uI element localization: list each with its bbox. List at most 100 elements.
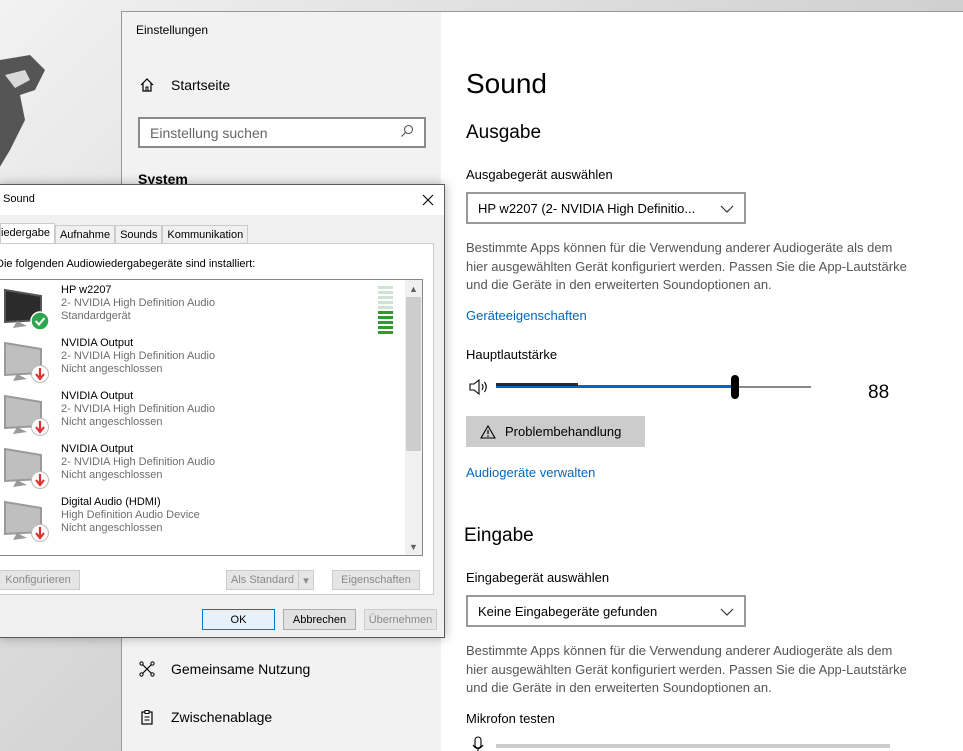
meter-segment bbox=[378, 316, 393, 319]
input-description: Bestimmte Apps können für die Verwendung… bbox=[466, 643, 907, 695]
device-name: HP w2207 bbox=[61, 284, 112, 296]
volume-slider-track[interactable] bbox=[496, 375, 811, 399]
monitor-icon bbox=[4, 288, 49, 331]
meter-segment bbox=[378, 321, 393, 324]
playback-device-list: HP w2207 2- NVIDIA High Definition Audio S… bbox=[0, 279, 423, 556]
close-icon[interactable] bbox=[418, 190, 438, 210]
volume-value: 88 bbox=[868, 382, 890, 403]
search-placeholder: Einstellung suchen bbox=[150, 124, 268, 141]
speaker-icon[interactable] bbox=[468, 378, 490, 401]
mic-level-bar bbox=[496, 744, 890, 748]
meter-segment bbox=[378, 291, 393, 294]
device-properties-link[interactable]: Geräteeigenschaften bbox=[466, 308, 587, 323]
device-driver: 2- NVIDIA High Definition Audio bbox=[61, 403, 216, 415]
sound-settings-page: Sound Ausgabe Ausgabegerät auswählen HP … bbox=[464, 12, 963, 751]
manage-audio-devices-link[interactable]: Audiogeräte verwalten bbox=[466, 465, 595, 480]
playback-tab-page: Die folgenden Audiowiedergabegeräte sind… bbox=[0, 243, 434, 595]
set-default-button[interactable]: Als Standard bbox=[226, 570, 299, 590]
nav-shared-experiences-label: Gemeinsame Nutzung bbox=[171, 661, 311, 677]
share-icon bbox=[138, 660, 156, 678]
output-device-value: HP w2207 (2- NVIDIA High Definitio... bbox=[478, 200, 696, 216]
meter-segment bbox=[378, 306, 393, 309]
device-list-item[interactable]: NVIDIA Output 2- NVIDIA High Definition A… bbox=[0, 439, 404, 492]
tab-communications[interactable]: Kommunikation bbox=[162, 225, 249, 245]
msi-dragon-logo bbox=[0, 55, 45, 167]
chevron-down-icon bbox=[720, 604, 734, 619]
device-status: Nicht angeschlossen bbox=[61, 469, 163, 481]
device-list-scrollbar[interactable]: ▲ ▼ bbox=[405, 280, 422, 555]
dialog-tabs: iedergabe Aufnahme Sounds Kommunikation bbox=[0, 223, 249, 245]
scroll-up-icon[interactable]: ▲ bbox=[405, 280, 422, 297]
scroll-down-icon[interactable]: ▼ bbox=[405, 538, 422, 555]
check-badge-icon bbox=[30, 311, 49, 331]
disconnected-badge-icon bbox=[31, 524, 49, 542]
device-name: Digital Audio (HDMI) bbox=[61, 496, 161, 508]
device-driver: 2- NVIDIA High Definition Audio bbox=[61, 456, 216, 468]
monitor-icon bbox=[4, 447, 49, 489]
sound-dialog: Sound iedergabe Aufnahme Sounds Kommunik… bbox=[0, 184, 445, 638]
device-name: NVIDIA Output bbox=[61, 443, 134, 455]
device-status: Nicht angeschlossen bbox=[61, 416, 163, 428]
tab-playback[interactable]: iedergabe bbox=[0, 223, 55, 245]
mic-test-label: Mikrofon testen bbox=[466, 711, 555, 726]
ok-button[interactable]: OK bbox=[202, 609, 275, 630]
disconnected-badge-icon bbox=[31, 418, 49, 436]
playback-intro-text: Die folgenden Audiowiedergabegeräte sind… bbox=[0, 258, 256, 270]
nav-clipboard[interactable]: Zwischenablage bbox=[138, 708, 272, 726]
nav-home[interactable]: Startseite bbox=[138, 76, 230, 94]
dialog-title: Sound bbox=[3, 193, 35, 205]
meter-segment bbox=[378, 326, 393, 329]
device-status: Nicht angeschlossen bbox=[61, 363, 163, 375]
input-heading: Eingabe bbox=[464, 525, 534, 546]
device-name: NVIDIA Output bbox=[61, 390, 134, 402]
disconnected-badge-icon bbox=[31, 365, 49, 383]
apply-button[interactable]: Übernehmen bbox=[364, 609, 437, 630]
meter-segment bbox=[378, 296, 393, 299]
device-list-item[interactable]: NVIDIA Output 2- NVIDIA High Definition A… bbox=[0, 386, 404, 439]
disconnected-badge-icon bbox=[31, 471, 49, 489]
device-list-item[interactable]: HP w2207 2- NVIDIA High Definition Audio S… bbox=[0, 280, 404, 333]
device-list-item[interactable]: Digital Audio (HDMI) High Definition Audi… bbox=[0, 492, 404, 545]
cancel-button[interactable]: Abbrechen bbox=[283, 609, 356, 630]
chevron-down-icon: ▾ bbox=[303, 574, 309, 587]
device-driver: 2- NVIDIA High Definition Audio bbox=[61, 350, 216, 362]
configure-button[interactable]: Konfigurieren bbox=[0, 570, 80, 590]
window-title: Einstellungen bbox=[136, 23, 209, 37]
output-select-label: Ausgabegerät auswählen bbox=[466, 167, 613, 182]
device-driver: High Definition Audio Device bbox=[61, 509, 200, 521]
monitor-icon bbox=[4, 500, 49, 542]
mic-test-meter bbox=[466, 734, 896, 751]
output-device-dropdown[interactable]: HP w2207 (2- NVIDIA High Definitio... bbox=[466, 192, 746, 224]
master-volume-control bbox=[466, 375, 926, 401]
nav-home-label: Startseite bbox=[171, 77, 231, 93]
output-level-meter bbox=[378, 286, 393, 334]
microphone-icon bbox=[472, 736, 484, 751]
device-list-item[interactable]: NVIDIA Output 2- NVIDIA High Definition A… bbox=[0, 333, 404, 386]
chevron-down-icon bbox=[720, 201, 734, 216]
set-default-dropdown[interactable]: ▾ bbox=[298, 570, 314, 590]
meter-segment bbox=[378, 301, 393, 304]
output-heading: Ausgabe bbox=[466, 122, 542, 143]
page-title: Sound bbox=[466, 68, 547, 99]
input-device-dropdown[interactable]: Keine Eingabegeräte gefunden bbox=[466, 595, 746, 627]
clipboard-icon bbox=[138, 708, 156, 726]
volume-slider-thumb[interactable] bbox=[731, 375, 739, 399]
device-status: Nicht angeschlossen bbox=[61, 522, 163, 534]
troubleshoot-label: Problembehandlung bbox=[505, 424, 622, 439]
tab-sounds[interactable]: Sounds bbox=[115, 225, 163, 245]
properties-button[interactable]: Eigenschaften bbox=[332, 570, 420, 590]
output-description: Bestimmte Apps können für die Verwendung… bbox=[466, 240, 907, 292]
volume-peak-meter bbox=[496, 383, 578, 386]
monitor-icon bbox=[4, 341, 49, 383]
device-status: Standardgerät bbox=[61, 310, 131, 322]
device-driver: 2- NVIDIA High Definition Audio bbox=[61, 297, 216, 309]
meter-segment bbox=[378, 311, 393, 314]
settings-search-input[interactable]: Einstellung suchen bbox=[138, 117, 426, 148]
tab-recording[interactable]: Aufnahme bbox=[54, 225, 116, 245]
monitor-icon bbox=[4, 394, 49, 436]
nav-shared-experiences[interactable]: Gemeinsame Nutzung bbox=[138, 660, 310, 678]
troubleshoot-button[interactable]: Problembehandlung bbox=[466, 416, 645, 447]
scroll-thumb[interactable] bbox=[406, 297, 421, 451]
dialog-titlebar[interactable]: Sound bbox=[0, 185, 444, 215]
master-volume-label: Hauptlautstärke bbox=[466, 347, 558, 362]
